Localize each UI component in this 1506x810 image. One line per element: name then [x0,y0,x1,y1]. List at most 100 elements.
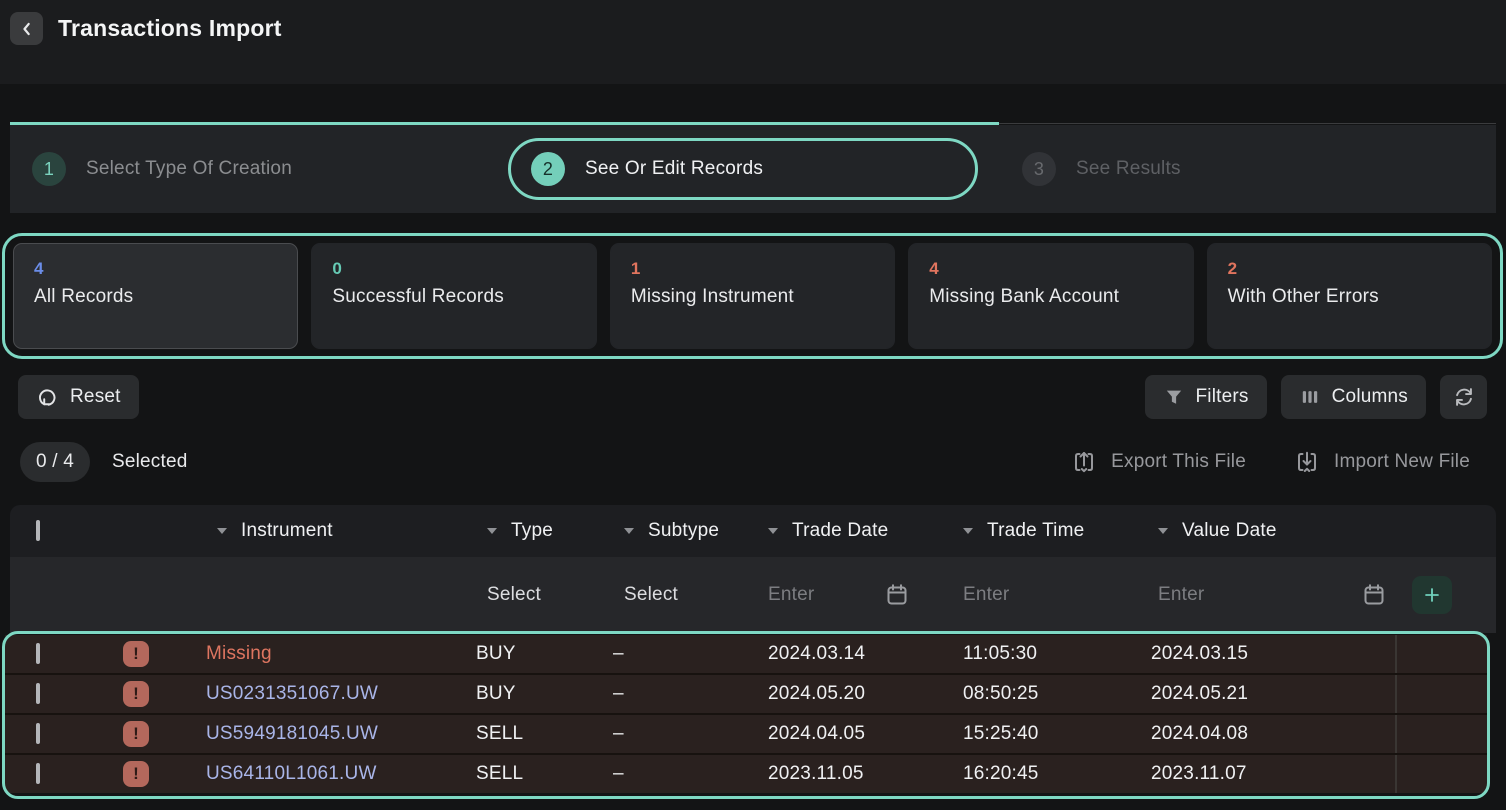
step-select-type-of-creation[interactable]: 1 Select Type Of Creation [32,152,292,186]
card-label: Missing Instrument [631,286,874,308]
table-header-row: Instrument Type Subtype Trade Date Trade… [10,505,1496,557]
refresh-button[interactable] [1440,375,1487,419]
card-count: 4 [34,259,277,279]
funnel-icon [1163,386,1185,408]
cell-type: SELL [474,763,611,785]
row-checkbox[interactable] [36,683,40,704]
cell-instrument: Missing [204,643,474,665]
caret-down-icon[interactable] [217,528,227,534]
summary-card-successful-records[interactable]: 0 Successful Records [311,243,596,349]
export-icon [1071,449,1097,475]
card-count: 4 [929,259,1172,279]
card-label: All Records [34,286,277,308]
cell-extra [1395,755,1487,793]
cell-trade-time: 11:05:30 [950,643,1145,665]
summary-card-all-records[interactable]: 4 All Records [13,243,298,349]
chevron-left-icon [16,18,38,40]
column-header-type[interactable]: Type [474,520,611,542]
step-2-label: See Or Edit Records [585,158,763,180]
columns-button[interactable]: Columns [1281,375,1426,419]
cell-instrument-link[interactable]: US64110L1061.UW [204,763,474,785]
caret-down-icon[interactable] [768,528,778,534]
cell-trade-date: 2023.11.05 [755,763,950,785]
columns-icon [1299,386,1321,408]
table-filter-row: Select Select Enter Enter Enter [10,557,1496,633]
error-badge-icon[interactable]: ! [123,761,149,787]
row-checkbox[interactable] [36,763,40,784]
column-header-trade-time[interactable]: Trade Time [950,520,1145,542]
cell-value-date: 2024.05.21 [1145,683,1395,705]
cell-subtype: – [611,763,755,785]
table-row: ! US0231351067.UW BUY – 2024.05.20 08:50… [5,675,1487,715]
caret-down-icon[interactable] [487,528,497,534]
caret-down-icon[interactable] [624,528,634,534]
table-row: ! US64110L1061.UW SELL – 2023.11.05 16:2… [5,755,1487,793]
cell-instrument-link[interactable]: US0231351067.UW [204,683,474,705]
filter-trade-date-input[interactable]: Enter [755,582,950,608]
error-badge-icon[interactable]: ! [123,641,149,667]
cell-trade-date: 2024.04.05 [755,723,950,745]
cell-value-date: 2023.11.07 [1145,763,1395,785]
filters-button[interactable]: Filters [1145,375,1267,419]
plus-icon [1421,584,1443,606]
calendar-icon[interactable] [884,582,910,608]
add-filter-button[interactable] [1412,576,1452,614]
back-button[interactable] [10,12,43,45]
cell-trade-time: 08:50:25 [950,683,1145,705]
table-body: ! Missing BUY – 2024.03.14 11:05:30 2024… [5,635,1487,793]
filter-placeholder: Select [487,584,541,606]
error-badge-icon[interactable]: ! [123,681,149,707]
summary-card-missing-instrument[interactable]: 1 Missing Instrument [610,243,895,349]
row-checkbox[interactable] [36,723,40,744]
cell-instrument-link[interactable]: US5949181045.UW [204,723,474,745]
cell-trade-time: 15:25:40 [950,723,1145,745]
refresh-icon [1452,385,1476,409]
caret-down-icon[interactable] [963,528,973,534]
step-see-results[interactable]: 3 See Results [1022,152,1181,186]
step-3-number: 3 [1022,152,1056,186]
caret-down-icon[interactable] [1158,528,1168,534]
cell-extra [1395,635,1487,673]
column-label: Type [511,520,553,542]
selected-count-badge: 0 / 4 [20,442,90,482]
cell-type: BUY [474,683,611,705]
filter-subtype-select[interactable]: Select [611,584,755,606]
cell-extra [1395,675,1487,713]
filter-type-select[interactable]: Select [474,584,611,606]
import-new-file-button[interactable]: Import New File [1294,449,1470,475]
column-label: Value Date [1182,520,1277,542]
columns-label: Columns [1332,386,1408,408]
reset-button[interactable]: Reset [18,375,139,419]
table-row: ! US5949181045.UW SELL – 2024.04.05 15:2… [5,715,1487,755]
summary-card-with-other-errors[interactable]: 2 With Other Errors [1207,243,1492,349]
column-label: Instrument [241,520,333,542]
import-icon [1294,449,1320,475]
calendar-icon[interactable] [1361,582,1387,608]
error-badge-icon[interactable]: ! [123,721,149,747]
stepper-progress-line-remaining [999,123,1496,124]
cell-extra [1395,715,1487,753]
filter-trade-time-input[interactable]: Enter [950,584,1145,606]
app-header: Transactions Import [0,0,1506,84]
cell-subtype: – [611,683,755,705]
cell-trade-date: 2024.05.20 [755,683,950,705]
cell-type: BUY [474,643,611,665]
column-header-subtype[interactable]: Subtype [611,520,755,542]
row-checkbox[interactable] [36,643,40,664]
step-see-or-edit-records[interactable]: 2 See Or Edit Records [508,138,978,200]
card-count: 0 [332,259,575,279]
filter-placeholder: Enter [963,584,1009,606]
step-2-number: 2 [531,152,565,186]
summary-card-missing-bank-account[interactable]: 4 Missing Bank Account [908,243,1193,349]
table: Instrument Type Subtype Trade Date Trade… [10,505,1496,633]
column-header-trade-date[interactable]: Trade Date [755,520,950,542]
selected-label: Selected [112,451,188,473]
card-label: Missing Bank Account [929,286,1172,308]
column-header-instrument[interactable]: Instrument [204,520,474,542]
filter-value-date-input[interactable]: Enter [1145,582,1395,608]
select-all-checkbox[interactable] [36,520,40,541]
reset-label: Reset [70,386,121,408]
export-this-file-button[interactable]: Export This File [1071,449,1246,475]
cell-trade-time: 16:20:45 [950,763,1145,785]
column-header-value-date[interactable]: Value Date [1145,520,1395,542]
